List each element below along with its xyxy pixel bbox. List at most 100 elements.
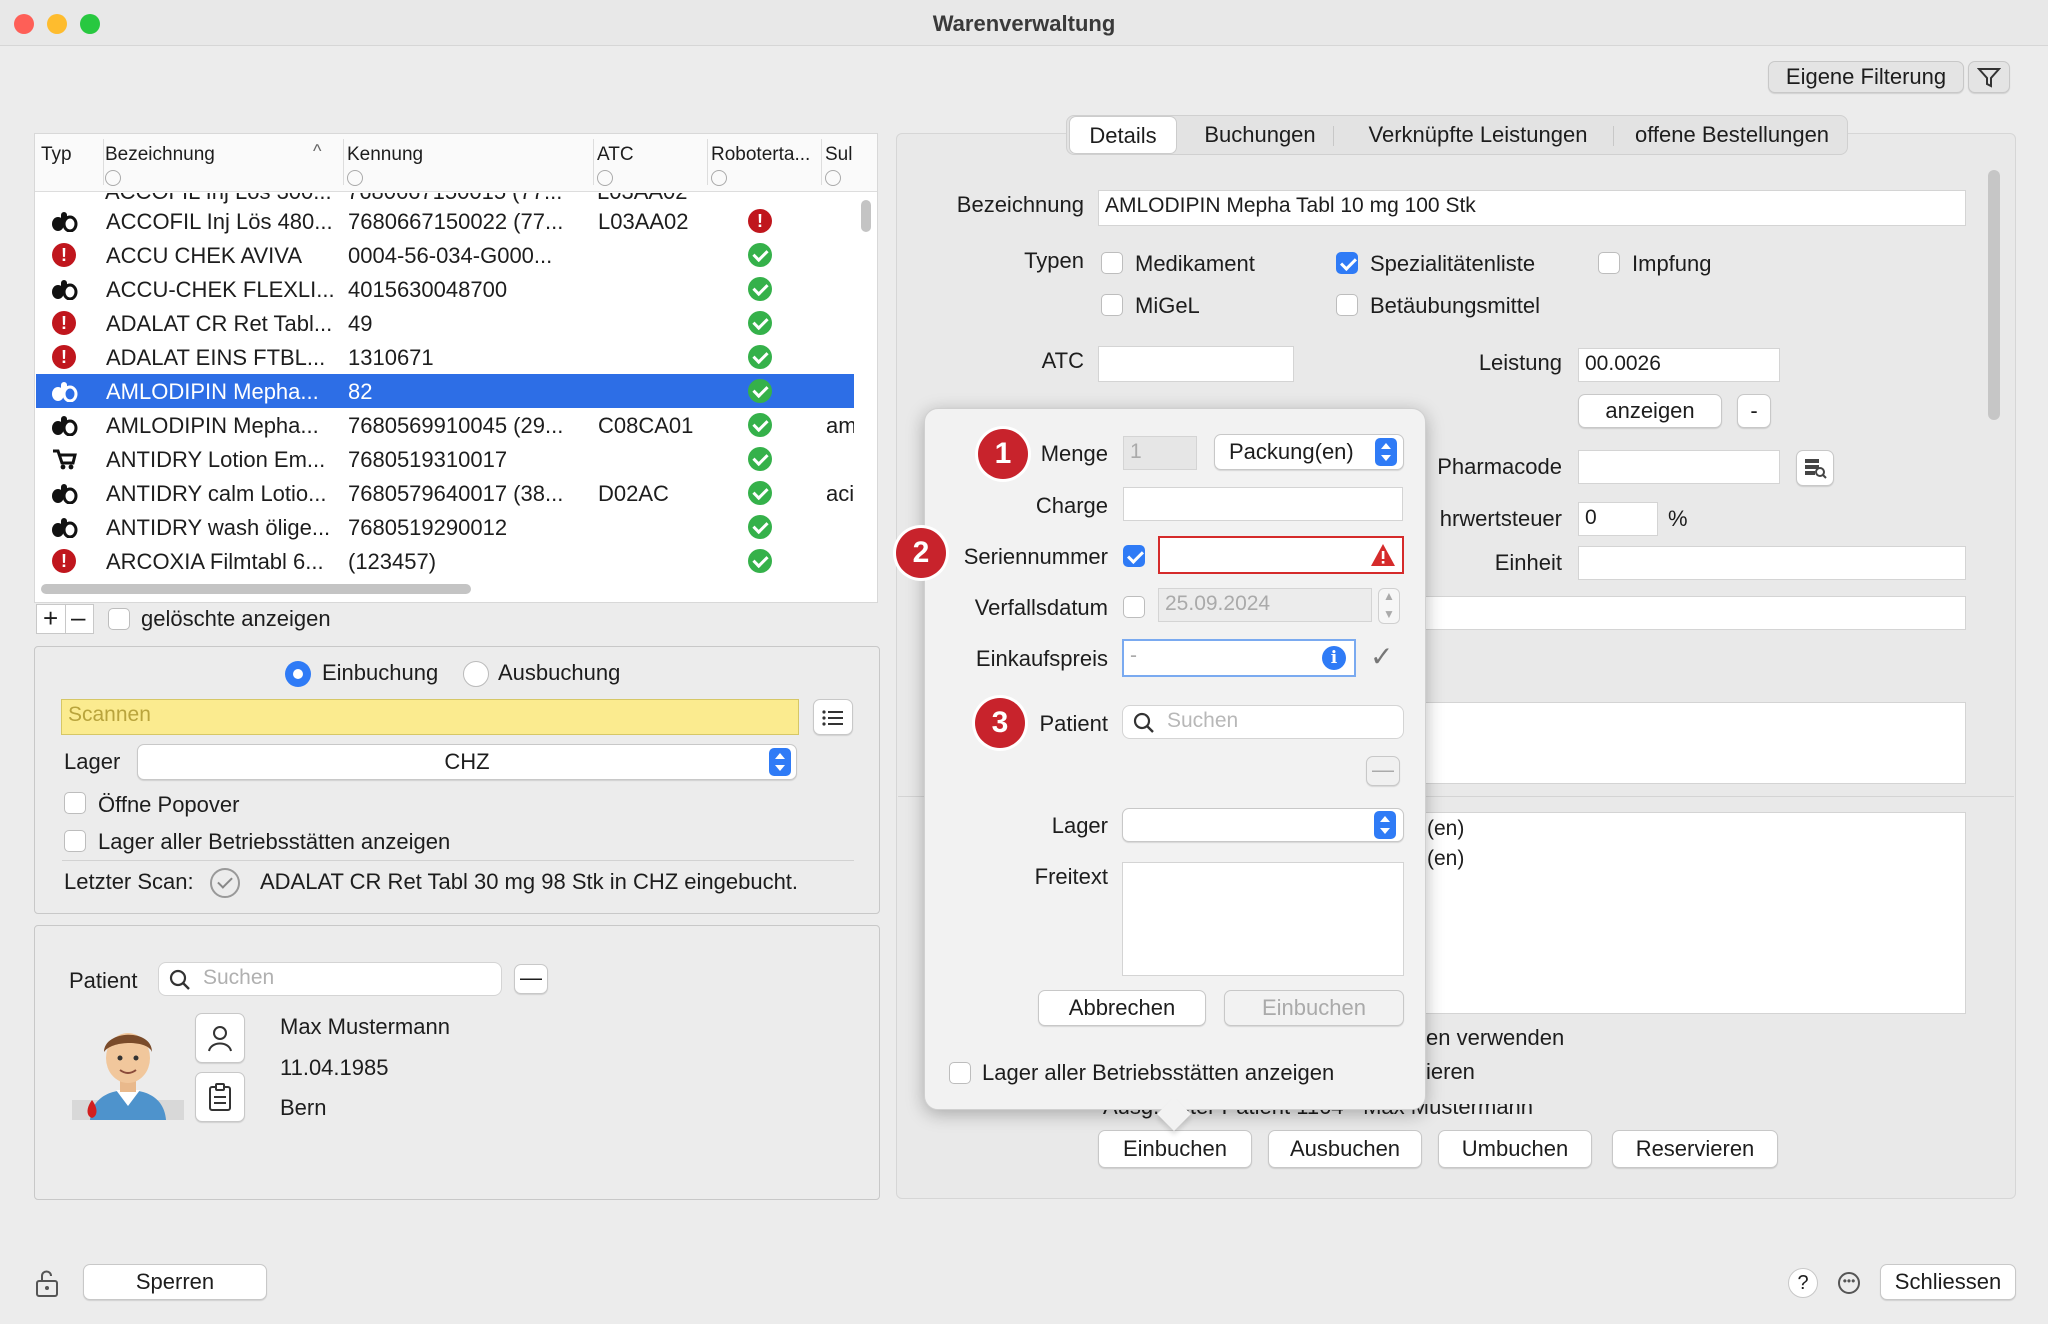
table-row[interactable]: AMLODIPIN Mepha... 82 [36,374,854,408]
table-row[interactable]: ! ADALAT EINS FTBL... 1310671 [36,340,854,374]
reservieren-button[interactable]: Reservieren [1612,1130,1778,1168]
typ-medikament-checkbox[interactable] [1101,252,1123,274]
pharmacode-field[interactable] [1578,450,1780,484]
radio-ausbuchung[interactable] [463,661,489,687]
verfallsdatum-checkbox[interactable] [1123,596,1145,618]
bezeichnung-field[interactable]: AMLODIPIN Mepha Tabl 10 mg 100 Stk [1098,190,1966,226]
filter-radio-bezeichnung[interactable] [105,170,121,186]
show-deleted-checkbox[interactable] [108,608,130,630]
col-typ[interactable]: Typ [41,144,72,166]
table-row[interactable]: ! ADALAT CR Ret Tabl... 49 [36,306,854,340]
col-atc[interactable]: ATC [597,144,634,166]
popover-patient-search[interactable]: Suchen [1122,705,1404,739]
option-ieren-label: ieren [1426,1059,1475,1084]
einbuchung-label: Einbuchung [322,660,439,685]
table-row[interactable]: ANTIDRY calm Lotio... 7680579640017 (38..… [36,476,854,510]
einbuchen-button[interactable]: Einbuchen [1098,1130,1252,1168]
typ-spezialitaeten-checkbox[interactable] [1336,252,1358,274]
umbuchen-button[interactable]: Umbuchen [1438,1130,1592,1168]
table-row[interactable]: ANTIDRY Lotion Em... 7680519310017 [36,442,854,476]
verfallsdatum-stepper[interactable]: ▲ ▼ [1378,588,1400,624]
leistung-field[interactable]: 00.0026 [1578,348,1780,382]
cell-bezeichnung: ACCU CHEK AVIVA [106,243,303,268]
einkaufspreis-field[interactable]: - [1122,639,1356,677]
add-icon[interactable]: + [43,603,58,634]
atc-field[interactable] [1098,346,1294,382]
table-horizontal-scrollbar[interactable] [41,584,471,594]
details-scrollbar[interactable] [1988,170,2000,420]
typ-migel-checkbox[interactable] [1101,294,1123,316]
lager-select[interactable]: CHZ [137,744,797,780]
leistung-remove-button[interactable]: - [1737,394,1771,428]
filter-radio-sub[interactable] [825,170,841,186]
tab-offene-bestellungen[interactable]: offene Bestellungen [1617,116,1847,154]
col-kennung[interactable]: Kennung [347,144,423,166]
pharmacode-lookup-button[interactable] [1796,450,1834,486]
popover-all-sites-checkbox[interactable] [949,1062,971,1084]
leistung-anzeigen-button[interactable]: anzeigen [1578,394,1722,428]
details-extra-field[interactable] [1420,596,1966,630]
patient-record-button[interactable] [195,1072,245,1122]
scan-input[interactable]: Scannen [61,699,799,735]
tab-verknuepfte-leistungen[interactable]: Verknüpfte Leistungen [1343,116,1613,154]
patient-profile-button[interactable] [195,1013,245,1063]
popover-lager-select[interactable] [1122,808,1404,842]
eigene-filterung-button[interactable]: Eigene Filterung [1768,61,1964,93]
unit-list-item[interactable]: (en) [1427,847,1959,871]
table-row[interactable]: AMLODIPIN Mepha... 7680569910045 (29... C0… [36,408,854,442]
seriennummer-field[interactable] [1158,536,1404,574]
typ-impfung-checkbox[interactable] [1598,252,1620,274]
tab-details[interactable]: Details [1069,116,1177,154]
all-sites-checkbox[interactable] [64,830,86,852]
freitext-field[interactable] [1122,862,1404,976]
help-button[interactable]: ? [1788,1268,1818,1298]
col-bezeichnung[interactable]: Bezeichnung [105,144,215,166]
table-row[interactable]: ACCOFIL Inj Lös 480... 7680667150022 (77.… [36,204,854,238]
radio-einbuchung[interactable] [285,661,311,687]
popover-patient-clear-button[interactable]: — [1366,756,1400,786]
mwst-field[interactable]: 0 [1578,502,1658,536]
more-options-icon[interactable]: ••• [1838,1272,1860,1294]
einheit-field[interactable] [1578,546,1966,580]
charge-label: Charge [1035,493,1108,518]
filter-radio-atc[interactable] [597,170,613,186]
popover-submit-button[interactable]: Einbuchen [1224,990,1404,1026]
seriennummer-label: Seriennummer [963,544,1108,569]
filter-radio-kennung[interactable] [347,170,363,186]
filter-icon-button[interactable] [1968,61,2010,93]
cell-kennung: 1310671 [348,345,434,370]
tab-buchungen[interactable]: Buchungen [1185,116,1335,154]
cell-sub: aci [826,481,854,506]
menge-field[interactable]: 1 [1123,436,1197,470]
sperren-button[interactable]: Sperren [83,1264,267,1300]
charge-field[interactable] [1123,487,1403,521]
unit-list-item[interactable]: (en) [1427,817,1959,841]
table-row[interactable]: ANTIDRY wash ölige... 7680519290012 [36,510,854,544]
table-row[interactable]: ! ARCOXIA Filmtabl 6... (123457) [36,544,854,578]
patient-clear-button[interactable]: — [514,964,548,994]
filter-radio-roboter[interactable] [711,170,727,186]
table-vertical-scrollbar[interactable] [861,200,871,232]
checkmark-icon[interactable]: ✓ [1370,640,1393,673]
remove-icon[interactable]: – [71,602,85,633]
lager-select-arrows-icon [769,748,791,776]
patient-search-input[interactable]: Suchen [158,962,502,996]
open-popover-checkbox[interactable] [64,792,86,814]
unit-list[interactable]: (en) (en) [1420,812,1966,1014]
info-icon[interactable]: i [1322,646,1346,670]
col-sub[interactable]: Sul [825,144,852,166]
cell-kennung: 82 [348,379,373,404]
scan-list-button[interactable] [813,699,853,735]
seriennummer-checkbox[interactable] [1123,545,1145,567]
verfallsdatum-field[interactable]: 25.09.2024 [1158,588,1372,622]
col-roboter[interactable]: Roboterta... [711,144,810,166]
cell-kennung: 7680667150022 (77... [348,209,564,234]
unlock-icon[interactable] [34,1268,60,1298]
schliessen-button[interactable]: Schliessen [1880,1264,2016,1300]
typ-betaeubung-checkbox[interactable] [1336,294,1358,316]
table-row[interactable]: ! ACCU CHEK AVIVA 0004-56-034-G000... [36,238,854,272]
table-row[interactable]: ACCU-CHEK FLEXLI... 4015630048700 [36,272,854,306]
popover-cancel-button[interactable]: Abbrechen [1038,990,1206,1026]
ausbuchen-button[interactable]: Ausbuchen [1268,1130,1422,1168]
details-notes-field[interactable] [1420,702,1966,784]
